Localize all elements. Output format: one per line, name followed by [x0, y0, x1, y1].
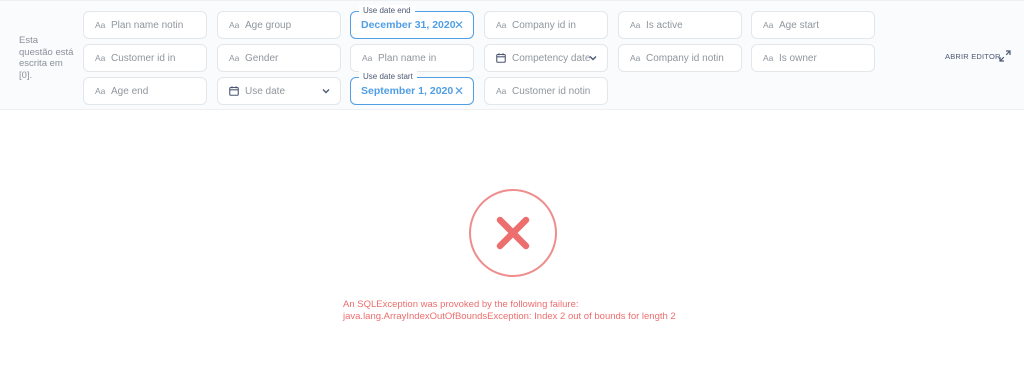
chevron-down-icon: [588, 53, 598, 66]
filter-label: Gender: [245, 52, 279, 64]
text-type-icon: Aa: [229, 53, 240, 63]
filter-plan-name-in[interactable]: Aa Plan name in: [350, 44, 474, 72]
filter-age-group[interactable]: Aa Age group: [217, 11, 341, 39]
query-language-note: Esta questão está escrita em [0].: [19, 35, 74, 81]
filter-label: Plan name notin: [111, 19, 184, 31]
filter-is-active[interactable]: Aa Is active: [618, 11, 742, 39]
text-type-icon: Aa: [630, 20, 641, 30]
filter-customer-id-notin[interactable]: Aa Customer id notin: [484, 77, 608, 105]
filter-value: December 31, 2020: [361, 19, 456, 31]
filter-value: September 1, 2020: [361, 85, 454, 97]
calendar-icon: [496, 53, 512, 63]
filter-use-date[interactable]: Use date: [217, 77, 341, 105]
text-type-icon: Aa: [229, 20, 240, 30]
filter-label: Age end: [111, 85, 149, 97]
error-message: An SQLException was provoked by the foll…: [343, 299, 676, 323]
filter-legend: Use date end: [359, 5, 415, 17]
filter-label: Plan name in: [378, 52, 437, 64]
error-message-line: An SQLException was provoked by the foll…: [343, 299, 579, 310]
chevron-down-icon: [321, 86, 331, 99]
filter-company-id-notin[interactable]: Aa Company id notin: [618, 44, 742, 72]
filter-label: Age group: [245, 19, 292, 31]
text-type-icon: Aa: [496, 86, 507, 96]
filter-label: Competency date: [512, 52, 591, 64]
text-type-icon: Aa: [362, 53, 373, 63]
filter-use-date-end[interactable]: Use date end December 31, 2020 ✕: [350, 5, 474, 39]
filter-label: Use date: [245, 85, 286, 97]
filter-label: Is owner: [779, 52, 817, 64]
calendar-icon: [229, 86, 245, 96]
clear-icon[interactable]: ✕: [454, 18, 464, 32]
filter-label: Customer id in: [111, 52, 176, 64]
filter-bar: Esta questão está escrita em [0]. Aa Pla…: [0, 0, 1024, 110]
open-editor-label: ABRIR EDITOR: [945, 52, 1001, 61]
filter-legend: Use date start: [359, 71, 417, 83]
filter-age-start[interactable]: Aa Age start: [751, 11, 875, 39]
filter-age-end[interactable]: Aa Age end: [83, 77, 207, 105]
error-indicator: [469, 189, 557, 277]
text-type-icon: Aa: [630, 53, 641, 63]
error-x-icon: [496, 216, 530, 250]
filter-gender[interactable]: Aa Gender: [217, 44, 341, 72]
text-type-icon: Aa: [95, 53, 106, 63]
text-type-icon: Aa: [763, 20, 774, 30]
expand-icon: [999, 50, 1011, 64]
filter-label: Company id in: [512, 19, 576, 31]
filter-label: Is active: [646, 19, 683, 31]
filter-label: Customer id notin: [512, 85, 591, 97]
filter-company-id-in[interactable]: Aa Company id in: [484, 11, 608, 39]
filter-label: Company id notin: [646, 52, 724, 64]
text-type-icon: Aa: [95, 20, 106, 30]
error-message-line: java.lang.ArrayIndexOutOfBoundsException…: [343, 311, 676, 322]
filter-label: Age start: [779, 19, 820, 31]
filter-competency-date[interactable]: Competency date: [484, 44, 608, 72]
filter-use-date-start[interactable]: Use date start September 1, 2020 ✕: [350, 71, 474, 105]
filter-customer-id-in[interactable]: Aa Customer id in: [83, 44, 207, 72]
clear-icon[interactable]: ✕: [454, 84, 464, 98]
open-editor-button[interactable]: ABRIR EDITOR: [945, 50, 1011, 62]
text-type-icon: Aa: [496, 20, 507, 30]
filter-is-owner[interactable]: Aa Is owner: [751, 44, 875, 72]
filter-plan-name-notin[interactable]: Aa Plan name notin: [83, 11, 207, 39]
text-type-icon: Aa: [95, 86, 106, 96]
text-type-icon: Aa: [763, 53, 774, 63]
